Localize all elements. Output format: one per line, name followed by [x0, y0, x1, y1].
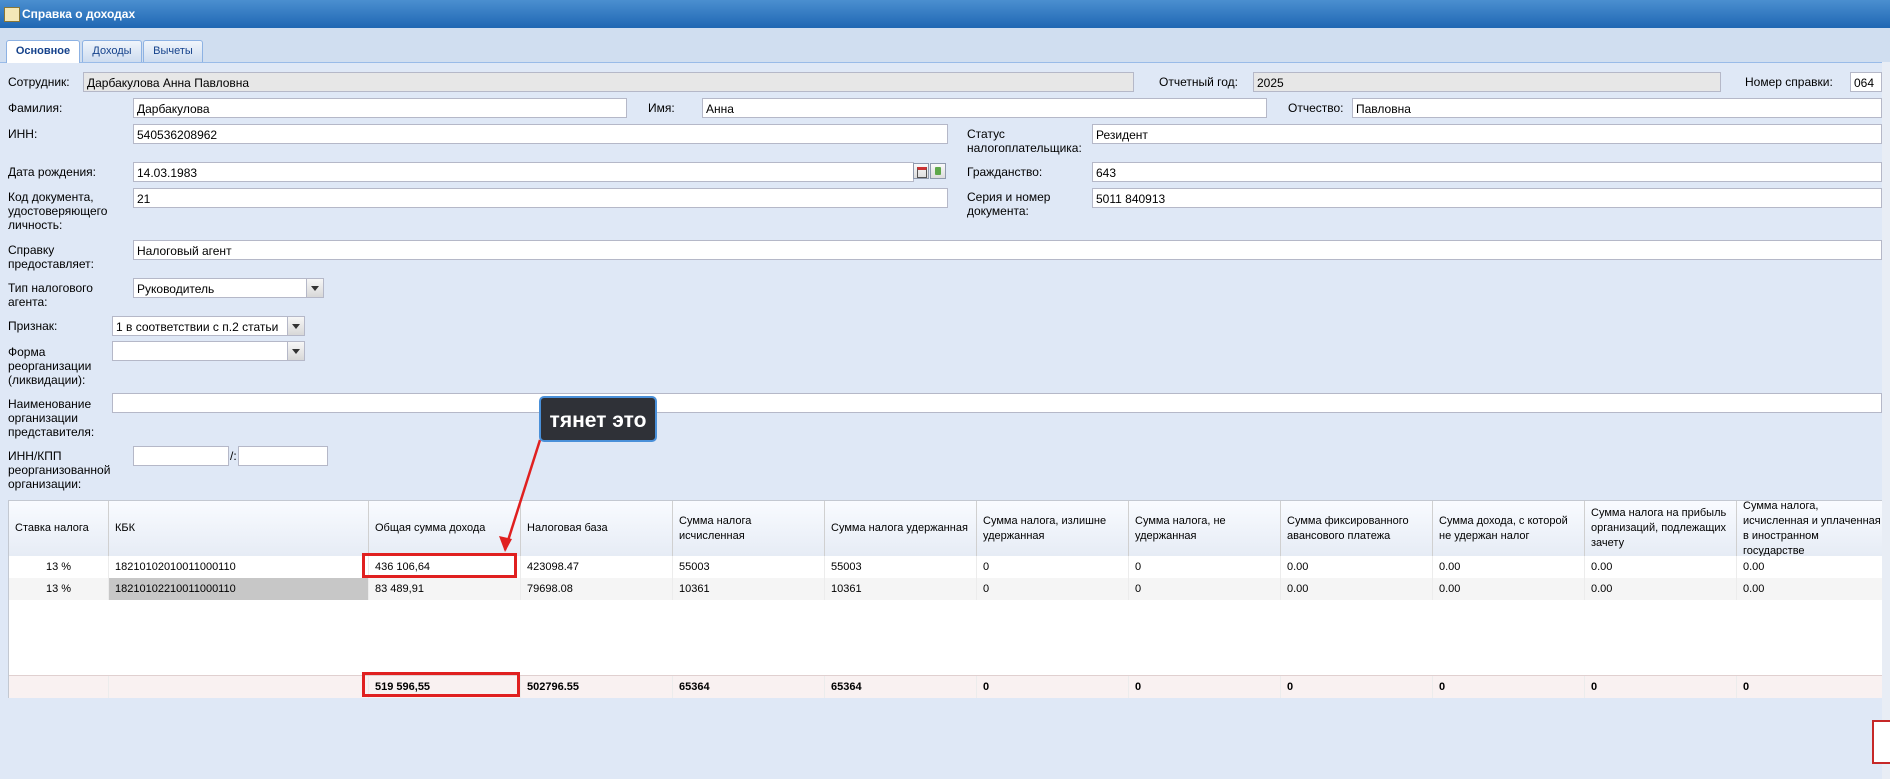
annotation-callout: тянет это	[539, 396, 657, 442]
scrollbar[interactable]	[1882, 62, 1890, 779]
corner-button[interactable]	[1872, 720, 1890, 764]
annotation-arrow	[499, 439, 542, 552]
